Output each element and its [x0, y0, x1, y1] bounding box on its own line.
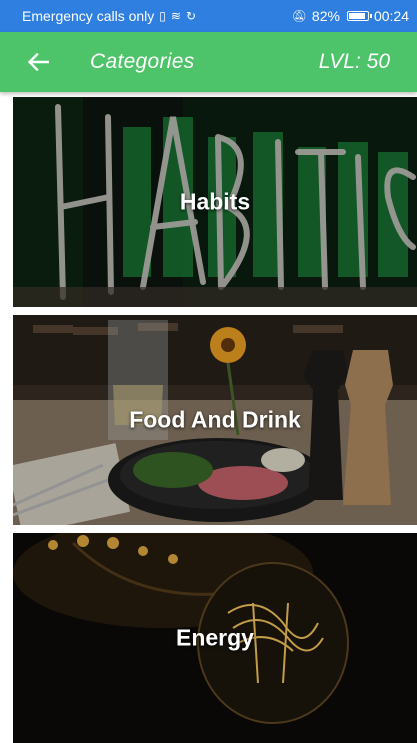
category-card-energy[interactable]: Energy — [13, 533, 417, 743]
level-indicator: LVL: 50 — [318, 50, 390, 73]
category-label: Habits — [179, 188, 251, 215]
status-right: 🔕︎ 82% 00:24 — [292, 8, 409, 24]
arrow-back-icon — [27, 53, 49, 71]
battery-icon — [346, 11, 372, 21]
alarm-off-icon: 🔕︎ — [291, 9, 307, 23]
page-title: Categories — [90, 50, 195, 73]
app-bar: Categories LVL: 50 — [0, 32, 417, 92]
status-bar: Emergency calls only ▯ ≋ ↻ 🔕︎ 82% 00:24 — [0, 0, 417, 32]
sync-icon: ↻ — [185, 9, 197, 23]
clock: 00:24 — [373, 8, 409, 24]
status-left: Emergency calls only ▯ ≋ ↻ — [22, 8, 196, 24]
category-card-food-and-drink[interactable]: Food And Drink — [13, 315, 417, 525]
category-label: Energy — [176, 624, 254, 651]
sim-icon: ▯ — [159, 9, 166, 23]
category-card-habits[interactable]: Habits — [13, 97, 417, 307]
carrier-text: Emergency calls only — [22, 8, 155, 24]
wifi-icon: ≋ — [170, 9, 181, 23]
category-label: Food And Drink — [129, 406, 301, 433]
back-button[interactable] — [18, 42, 58, 82]
battery-percent: 82% — [311, 8, 340, 24]
